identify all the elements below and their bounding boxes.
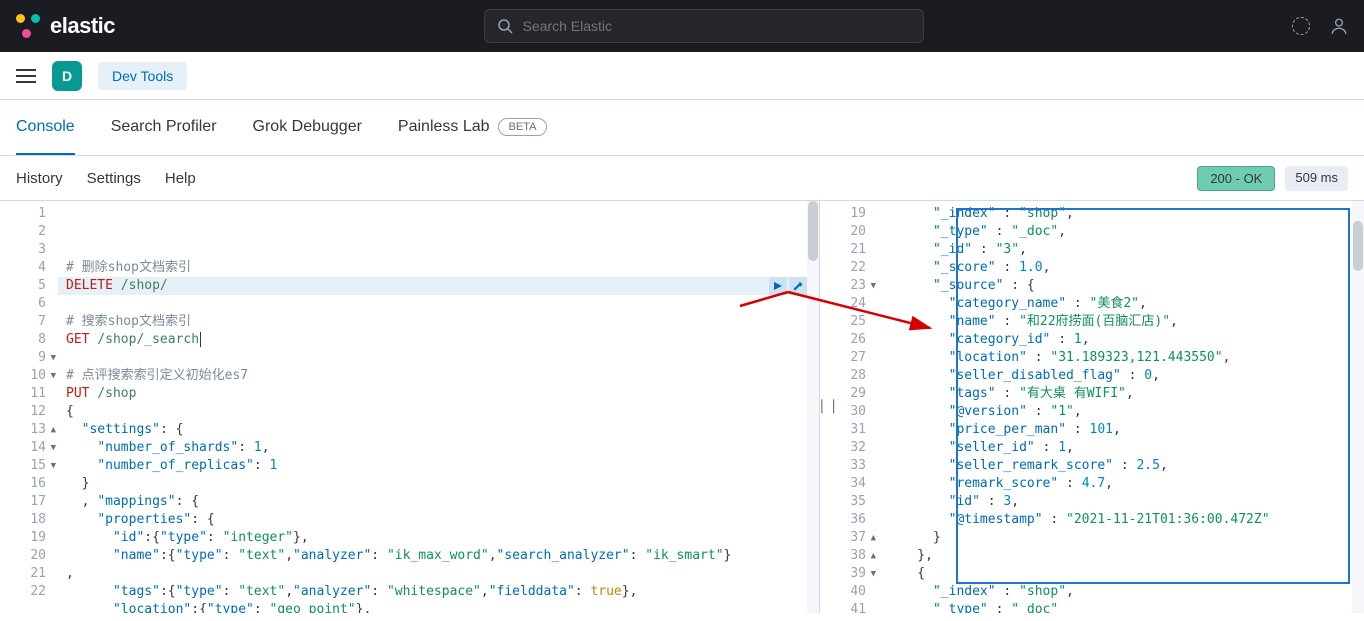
request-editor[interactable]: 123456789▼10▼111213▲14▼15▼16171819202122… [0, 201, 820, 613]
search-input[interactable] [523, 18, 911, 34]
editor-gutter: 123456789▼10▼111213▲14▼15▼16171819202122 [0, 201, 58, 613]
brand-logo[interactable]: elastic [16, 13, 115, 39]
response-viewer[interactable]: 1920212223▼2425262728293031323334353637▲… [820, 201, 1364, 613]
play-icon [773, 281, 783, 291]
user-icon[interactable] [1330, 17, 1348, 35]
top-bar: elastic [0, 0, 1364, 52]
request-options-button[interactable] [789, 277, 807, 295]
settings-link[interactable]: Settings [87, 170, 141, 187]
nav-toggle-button[interactable] [16, 69, 36, 83]
tab-painless-lab[interactable]: Painless Lab BETA [398, 100, 548, 155]
search-icon [497, 18, 513, 34]
tab-grok-debugger[interactable]: Grok Debugger [253, 100, 362, 155]
tab-console[interactable]: Console [16, 100, 75, 155]
pane-splitter[interactable]: ❘❘ [816, 397, 839, 414]
response-scrollbar[interactable] [1352, 201, 1364, 613]
newsfeed-icon[interactable] [1292, 17, 1310, 35]
devtools-tabs: Console Search Profiler Grok Debugger Pa… [0, 100, 1364, 156]
response-time: 509 ms [1285, 166, 1348, 191]
history-link[interactable]: History [16, 170, 63, 187]
response-code: "_index" : "shop", "_type" : "_doc", "_i… [878, 201, 1364, 613]
app-toolbar: D Dev Tools [0, 52, 1364, 100]
beta-badge: BETA [498, 118, 548, 136]
elastic-logo-icon [16, 14, 40, 38]
editor-code[interactable]: # 删除shop文档索引DELETE /shop/ # 搜索shop文档索引GE… [58, 201, 819, 613]
console-panes: 123456789▼10▼111213▲14▼15▼16171819202122… [0, 200, 1364, 613]
space-selector[interactable]: D [52, 61, 82, 91]
response-status: 200 - OK [1197, 166, 1275, 191]
brand-name: elastic [50, 13, 115, 39]
global-search[interactable] [484, 9, 924, 43]
tab-search-profiler[interactable]: Search Profiler [111, 100, 217, 155]
console-subbar: History Settings Help 200 - OK 509 ms [0, 156, 1364, 200]
send-request-button[interactable] [769, 277, 787, 295]
tab-painless-label: Painless Lab [398, 118, 490, 136]
help-link[interactable]: Help [165, 170, 196, 187]
breadcrumb-devtools[interactable]: Dev Tools [98, 62, 187, 90]
wrench-icon [792, 280, 804, 292]
